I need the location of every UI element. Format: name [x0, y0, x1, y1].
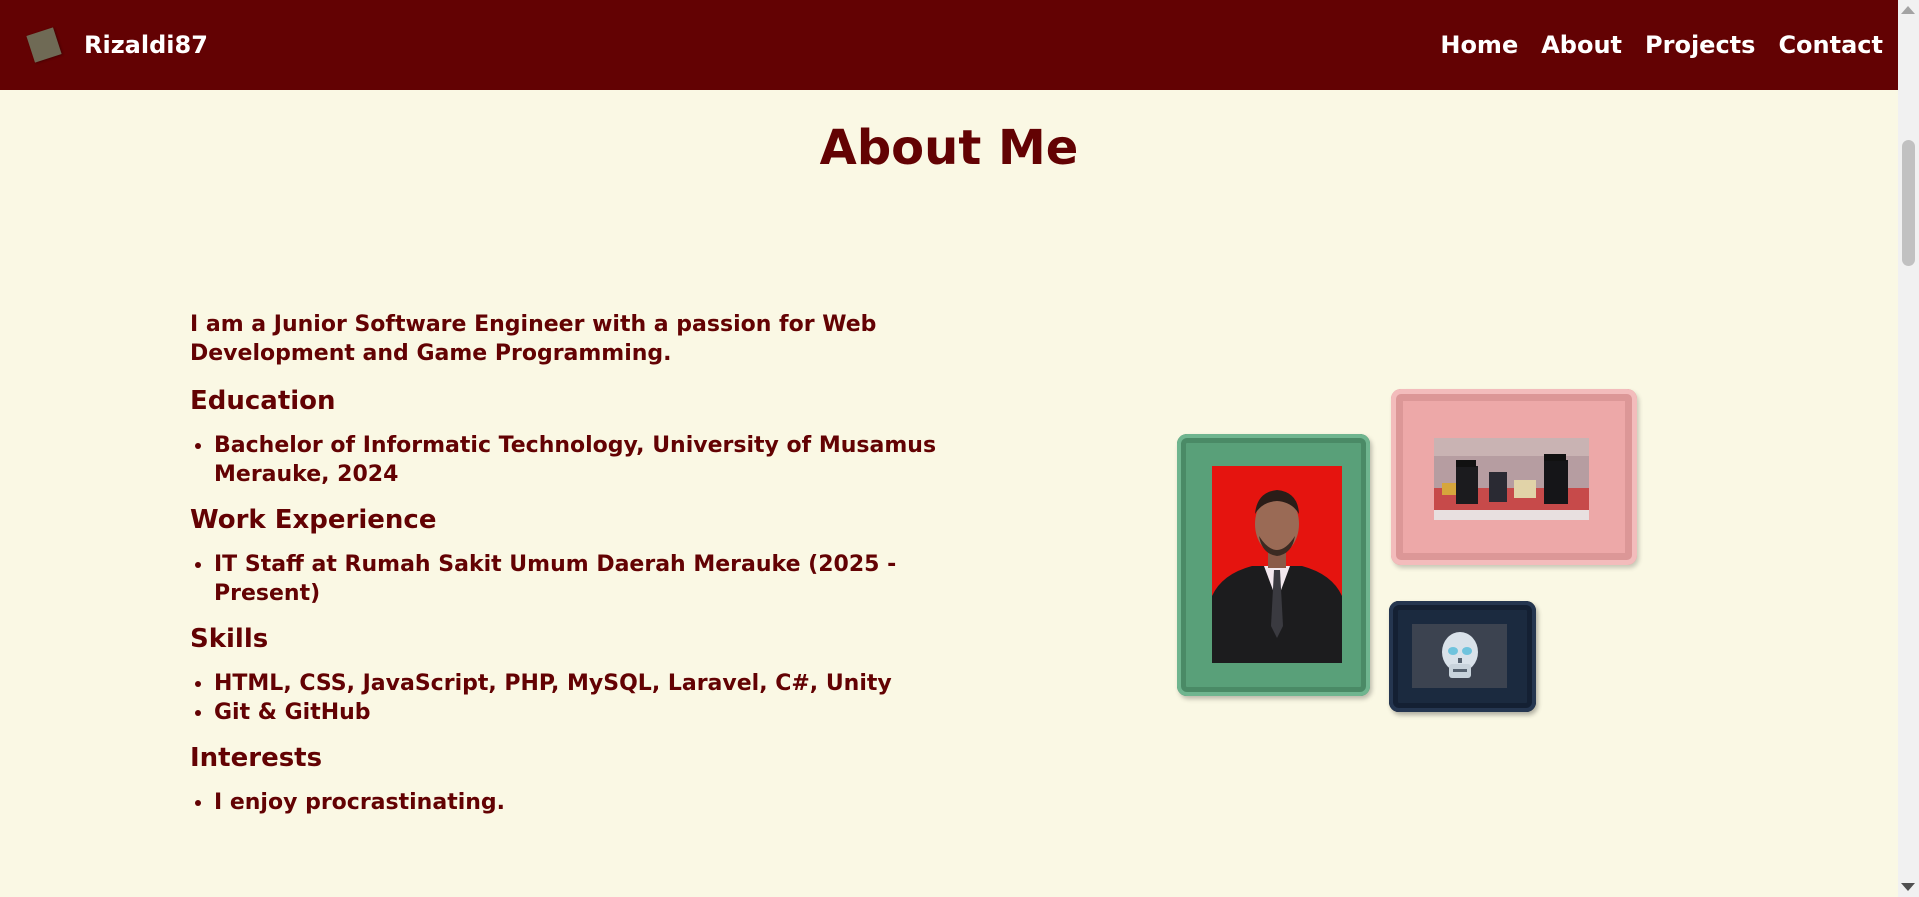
education-heading: Education [190, 386, 336, 416]
scroll-up-arrow-icon[interactable] [1901, 6, 1915, 14]
nav-links: Home About Projects Contact [1417, 31, 1883, 59]
intro-text: I am a Junior Software Engineer with a p… [190, 312, 877, 366]
work-experience-list: IT Staff at Rumah Sakit Umum Daerah Mera… [190, 550, 970, 608]
about-content: I am a Junior Software Engineer with a p… [190, 310, 970, 832]
person-silhouette-icon [1212, 466, 1342, 663]
skills-heading: Skills [190, 624, 269, 654]
work-experience-heading: Work Experience [190, 505, 437, 535]
portrait-photo [1212, 466, 1342, 663]
list-item: Bachelor of Informatic Technology, Unive… [214, 431, 970, 489]
interests-list: I enjoy procrastinating. [190, 788, 970, 817]
education-list: Bachelor of Informatic Technology, Unive… [190, 431, 970, 489]
navbar: Rizaldi87 Home About Projects Contact [0, 0, 1898, 90]
graduation-photo [1434, 438, 1589, 520]
page-title: About Me [819, 120, 1079, 176]
list-item: Git & GitHub [214, 698, 970, 727]
logo-icon [26, 27, 62, 63]
list-item: HTML, CSS, JavaScript, PHP, MySQL, Larav… [214, 669, 970, 698]
list-item: IT Staff at Rumah Sakit Umum Daerah Mera… [214, 550, 970, 608]
nav-link-contact[interactable]: Contact [1778, 31, 1883, 59]
scroll-down-arrow-icon[interactable] [1901, 883, 1915, 891]
nav-link-projects[interactable]: Projects [1645, 31, 1755, 59]
nav-link-about[interactable]: About [1541, 31, 1622, 59]
list-item: I enjoy procrastinating. [214, 788, 970, 817]
interests-heading: Interests [190, 743, 323, 773]
brand-name[interactable]: Rizaldi87 [84, 31, 208, 59]
skull-photo [1412, 624, 1507, 688]
skull-icon [1412, 624, 1507, 688]
skills-list: HTML, CSS, JavaScript, PHP, MySQL, Larav… [190, 669, 970, 727]
graduation-scene-icon [1434, 438, 1589, 520]
nav-link-home[interactable]: Home [1440, 31, 1518, 59]
scrollbar[interactable] [1898, 0, 1919, 897]
brand[interactable]: Rizaldi87 [26, 27, 208, 63]
scroll-thumb[interactable] [1902, 140, 1915, 266]
